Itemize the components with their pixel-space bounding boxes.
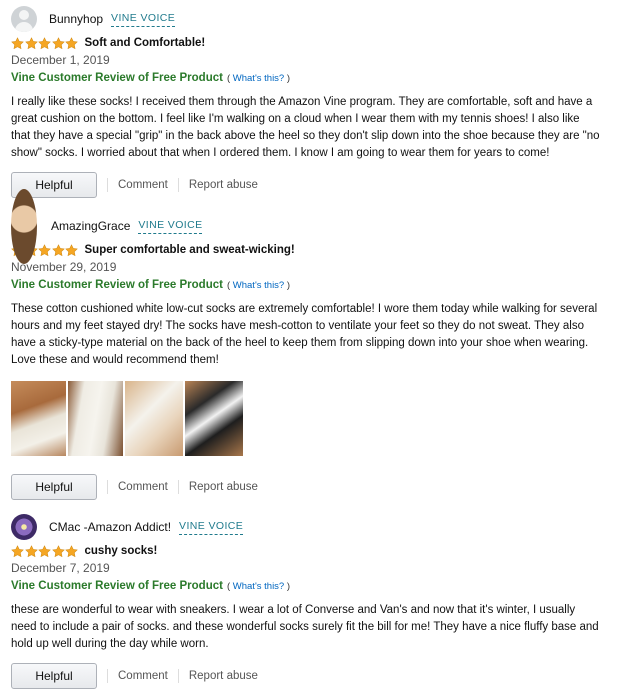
vine-row: Vine Customer Review of Free Product ( W… xyxy=(11,70,611,86)
paren-close: ) xyxy=(286,581,291,592)
review-title[interactable]: cushy socks! xyxy=(85,545,158,557)
flower-avatar[interactable] xyxy=(11,514,37,540)
review-photo-thumbnail[interactable] xyxy=(68,381,123,456)
comment-link[interactable]: Comment xyxy=(118,670,168,682)
whats-this: ( What's this? ) xyxy=(227,278,290,294)
star-icon xyxy=(51,544,65,557)
star-rating[interactable] xyxy=(11,544,79,558)
author-row: CMac -Amazon Addict! VINE VOICE xyxy=(11,514,611,540)
whats-this: ( What's this? ) xyxy=(227,71,290,87)
star-icon xyxy=(38,243,51,256)
star-icon xyxy=(51,36,65,49)
whats-this: ( What's this? ) xyxy=(227,579,290,595)
review-body: these are wonderful to wear with sneaker… xyxy=(11,604,599,650)
paren-open: ( xyxy=(226,581,231,592)
title-row: Soft and Comfortable! xyxy=(11,34,611,52)
report-abuse-link[interactable]: Report abuse xyxy=(189,670,258,682)
vine-row: Vine Customer Review of Free Product ( W… xyxy=(11,277,611,293)
report-abuse-link[interactable]: Report abuse xyxy=(189,481,258,493)
star-icon xyxy=(65,544,78,557)
divider xyxy=(107,480,108,494)
user-photo-avatar[interactable] xyxy=(11,188,37,264)
whats-this-link[interactable]: What's this? xyxy=(233,581,284,592)
star-icon xyxy=(11,544,24,557)
star-icon xyxy=(38,36,51,49)
vine-label: Vine Customer Review of Free Product xyxy=(11,580,223,592)
vine-label: Vine Customer Review of Free Product xyxy=(11,72,223,84)
author-row: Bunnyhop VINE VOICE xyxy=(11,6,611,32)
paren-close: ) xyxy=(286,73,291,84)
title-row: Super comfortable and sweat-wicking! xyxy=(11,241,611,259)
star-icon xyxy=(38,544,51,557)
comment-link[interactable]: Comment xyxy=(118,481,168,493)
default-avatar-icon[interactable] xyxy=(11,6,37,32)
author-name[interactable]: CMac -Amazon Addict! xyxy=(49,520,171,534)
star-icon xyxy=(51,243,65,256)
review-photo-thumbnail[interactable] xyxy=(125,381,183,456)
author-name[interactable]: AmazingGrace xyxy=(51,219,130,233)
paren-close: ) xyxy=(286,280,291,291)
vine-voice-badge[interactable]: VINE VOICE xyxy=(138,219,203,234)
review-actions: Helpful Comment Report abuse xyxy=(11,474,611,500)
star-icon xyxy=(11,36,24,49)
review-title[interactable]: Soft and Comfortable! xyxy=(85,37,206,49)
comment-link[interactable]: Comment xyxy=(118,179,168,191)
divider xyxy=(107,669,108,683)
star-icon xyxy=(65,243,78,256)
author-name[interactable]: Bunnyhop xyxy=(49,12,103,26)
review-photo-thumbnail[interactable] xyxy=(11,381,66,456)
divider xyxy=(177,178,179,192)
review-body: These cotton cushioned white low-cut soc… xyxy=(11,303,598,366)
report-abuse-link[interactable]: Report abuse xyxy=(189,179,258,191)
star-icon xyxy=(24,544,38,557)
review-date: December 1, 2019 xyxy=(11,53,110,67)
whats-this-link[interactable]: What's this? xyxy=(233,280,284,291)
helpful-button[interactable]: Helpful xyxy=(11,474,97,500)
divider xyxy=(107,178,108,192)
whats-this-link[interactable]: What's this? xyxy=(233,73,284,84)
vine-label: Vine Customer Review of Free Product xyxy=(11,279,223,291)
paren-open: ( xyxy=(226,73,231,84)
vine-voice-badge[interactable]: VINE VOICE xyxy=(179,520,244,535)
helpful-button[interactable]: Helpful xyxy=(11,663,97,689)
title-row: cushy socks! xyxy=(11,542,611,560)
divider xyxy=(177,480,179,494)
review-title[interactable]: Super comfortable and sweat-wicking! xyxy=(85,244,295,256)
star-icon xyxy=(65,36,78,49)
review-date: December 7, 2019 xyxy=(11,561,110,575)
review-photos xyxy=(11,381,611,456)
author-row: AmazingGrace VINE VOICE xyxy=(11,188,611,264)
review-date: November 29, 2019 xyxy=(11,260,117,274)
divider xyxy=(177,669,179,683)
review-photo-thumbnail[interactable] xyxy=(185,381,243,456)
review-body: I really like these socks! I received th… xyxy=(11,96,600,159)
vine-row: Vine Customer Review of Free Product ( W… xyxy=(11,578,611,594)
review-actions: Helpful Comment Report abuse xyxy=(11,172,611,198)
star-icon xyxy=(24,36,38,49)
review-3: CMac -Amazon Addict! VINE VOICE cushy so… xyxy=(11,514,611,689)
paren-open: ( xyxy=(226,280,231,291)
vine-voice-badge[interactable]: VINE VOICE xyxy=(111,12,176,27)
review-actions: Helpful Comment Report abuse xyxy=(11,663,611,689)
review-1: Bunnyhop VINE VOICE Soft and Comfortable… xyxy=(11,6,611,198)
star-rating[interactable] xyxy=(11,36,79,50)
review-2: AmazingGrace VINE VOICE Super comfortabl… xyxy=(11,188,611,500)
